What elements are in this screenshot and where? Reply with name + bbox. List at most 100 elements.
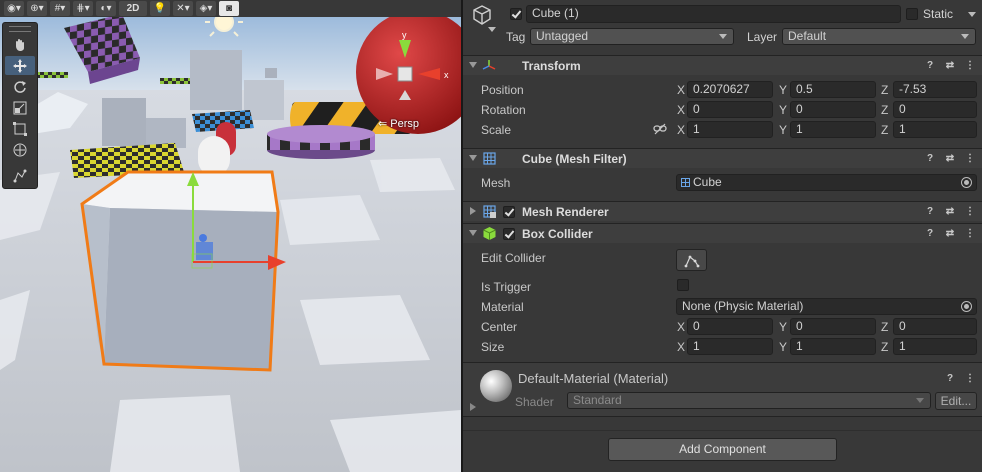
scale-tool-icon[interactable]: [5, 98, 35, 117]
object-picker-icon[interactable]: [961, 301, 972, 312]
rotation-x-field[interactable]: 0: [687, 101, 773, 118]
size-z-field[interactable]: 1: [893, 338, 977, 355]
shader-edit-button[interactable]: Edit...: [935, 392, 977, 410]
axis-x-label[interactable]: X: [677, 83, 685, 97]
axis-z-label[interactable]: Z: [881, 103, 888, 117]
axis-y-label[interactable]: Y: [779, 123, 787, 137]
mesh-renderer-header[interactable]: Mesh Renderer ? ⇄ ⋮: [463, 201, 982, 221]
more-options-icon[interactable]: ⋮: [964, 152, 976, 164]
axis-z-label[interactable]: Z: [881, 123, 888, 137]
presets-icon[interactable]: ⇄: [944, 152, 956, 164]
edit-collider-button[interactable]: [676, 249, 707, 271]
box-collider-header[interactable]: Box Collider ? ⇄ ⋮: [463, 223, 982, 243]
inspector-panel: Cube (1) Static Tag Untagged Layer Defau…: [463, 0, 982, 472]
snap-increment-icon[interactable]: ⋕▾: [73, 1, 93, 16]
center-x-field[interactable]: 0: [687, 318, 773, 335]
audio-toggle-icon[interactable]: ✕▾: [173, 1, 193, 16]
axis-z-label[interactable]: Z: [881, 320, 888, 334]
help-icon[interactable]: ?: [924, 152, 936, 164]
help-icon[interactable]: ?: [944, 372, 956, 384]
center-z-field[interactable]: 0: [893, 318, 977, 335]
foldout-arrow-icon[interactable]: [470, 207, 476, 215]
link-scale-icon[interactable]: [653, 123, 667, 135]
transform-header[interactable]: Transform ? ⇄ ⋮: [463, 55, 982, 75]
add-component-button[interactable]: Add Component: [608, 438, 837, 461]
mesh-renderer-enabled-checkbox[interactable]: [503, 206, 515, 218]
help-icon[interactable]: ?: [924, 205, 936, 217]
size-x-field[interactable]: 1: [687, 338, 773, 355]
scale-x-field[interactable]: 1: [687, 121, 773, 138]
more-options-icon[interactable]: ⋮: [964, 372, 976, 384]
move-tool-icon[interactable]: [5, 56, 35, 75]
gizmo-space-icon[interactable]: ⊕▾: [27, 1, 47, 16]
static-dropdown-icon[interactable]: [968, 12, 976, 17]
mesh-filter-icon: [483, 152, 496, 165]
transform-tool-icon[interactable]: [5, 140, 35, 159]
tag-dropdown[interactable]: Untagged: [530, 28, 734, 45]
position-y-field[interactable]: 0.5: [790, 81, 876, 98]
axis-z-label[interactable]: Z: [881, 83, 888, 97]
axis-y-label[interactable]: Y: [779, 103, 787, 117]
lighting-toggle-icon[interactable]: 💡: [150, 1, 170, 16]
presets-icon[interactable]: ⇄: [944, 227, 956, 239]
object-picker-icon[interactable]: [961, 177, 972, 188]
axis-y-label[interactable]: Y: [779, 320, 787, 334]
axis-y-label[interactable]: Y: [779, 83, 787, 97]
help-icon[interactable]: ?: [924, 227, 936, 239]
edit-collider-label: Edit Collider: [481, 251, 546, 265]
scale-z-field[interactable]: 1: [893, 121, 977, 138]
scene-viewport[interactable]: y x: [0, 0, 461, 472]
draw-mode-icon[interactable]: ◉▾: [4, 1, 24, 16]
size-y-field[interactable]: 1: [790, 338, 876, 355]
presets-icon[interactable]: ⇄: [944, 205, 956, 217]
hand-tool-icon[interactable]: [5, 35, 35, 54]
shading-mode-icon[interactable]: ◐▾: [96, 1, 116, 16]
rect-tool-icon[interactable]: [5, 119, 35, 138]
object-icon-dropdown-icon[interactable]: [488, 27, 496, 32]
custom-tool-icon[interactable]: [5, 166, 35, 185]
grid-toggle-icon[interactable]: #▾: [50, 1, 70, 16]
help-icon[interactable]: ?: [924, 59, 936, 71]
position-z-field[interactable]: -7.53: [893, 81, 977, 98]
axis-y-label[interactable]: Y: [779, 340, 787, 354]
layer-dropdown[interactable]: Default: [782, 28, 976, 45]
is-trigger-checkbox[interactable]: [677, 279, 689, 291]
box-collider-enabled-checkbox[interactable]: [503, 228, 515, 240]
effects-toggle-icon[interactable]: ◈▾: [196, 1, 216, 16]
more-options-icon[interactable]: ⋮: [964, 59, 976, 71]
foldout-arrow-icon[interactable]: [469, 155, 477, 161]
rotation-z-field[interactable]: 0: [893, 101, 977, 118]
mesh-filter-header[interactable]: Cube (Mesh Filter) ? ⇄ ⋮: [463, 148, 982, 168]
palette-grip[interactable]: [9, 26, 31, 32]
gizmos-toggle-icon[interactable]: ◙: [219, 1, 239, 16]
more-options-icon[interactable]: ⋮: [964, 227, 976, 239]
center-y-field[interactable]: 0: [790, 318, 876, 335]
presets-icon[interactable]: ⇄: [944, 59, 956, 71]
scale-row: Scale X 1 Y 1 Z 1: [463, 120, 982, 138]
axis-x-label[interactable]: X: [677, 103, 685, 117]
material-title[interactable]: Default-Material (Material): [518, 371, 668, 386]
object-name-field[interactable]: Cube (1): [526, 5, 901, 23]
scene-view[interactable]: y x ◉▾ ⊕▾ #▾ ⋕▾ ◐▾ 2D 💡 ✕▾ ◈▾ ◙ ⇐ Persp: [0, 0, 461, 472]
mesh-object-field[interactable]: Cube: [676, 174, 977, 191]
position-x-field[interactable]: 0.2070627: [687, 81, 773, 98]
axis-z-label[interactable]: Z: [881, 340, 888, 354]
more-options-icon[interactable]: ⋮: [964, 205, 976, 217]
axis-x-label[interactable]: X: [677, 340, 685, 354]
axis-x-label[interactable]: X: [677, 320, 685, 334]
foldout-arrow-icon[interactable]: [469, 62, 477, 68]
foldout-arrow-icon[interactable]: [469, 230, 477, 236]
scale-y-field[interactable]: 1: [790, 121, 876, 138]
2d-toggle-button[interactable]: 2D: [119, 1, 147, 16]
rotate-tool-icon[interactable]: [5, 77, 35, 96]
axis-x-label[interactable]: X: [677, 123, 685, 137]
material-object-field[interactable]: None (Physic Material): [676, 298, 977, 315]
rotation-y-field[interactable]: 0: [790, 101, 876, 118]
projection-arrow-icon: ⇐: [378, 118, 391, 130]
active-checkbox[interactable]: [510, 8, 522, 20]
projection-label[interactable]: ⇐ Persp: [378, 117, 419, 130]
static-checkbox[interactable]: [906, 8, 918, 20]
material-foldout-icon[interactable]: [470, 403, 476, 411]
selected-cube[interactable]: [80, 170, 280, 372]
shader-dropdown[interactable]: Standard: [567, 392, 931, 409]
